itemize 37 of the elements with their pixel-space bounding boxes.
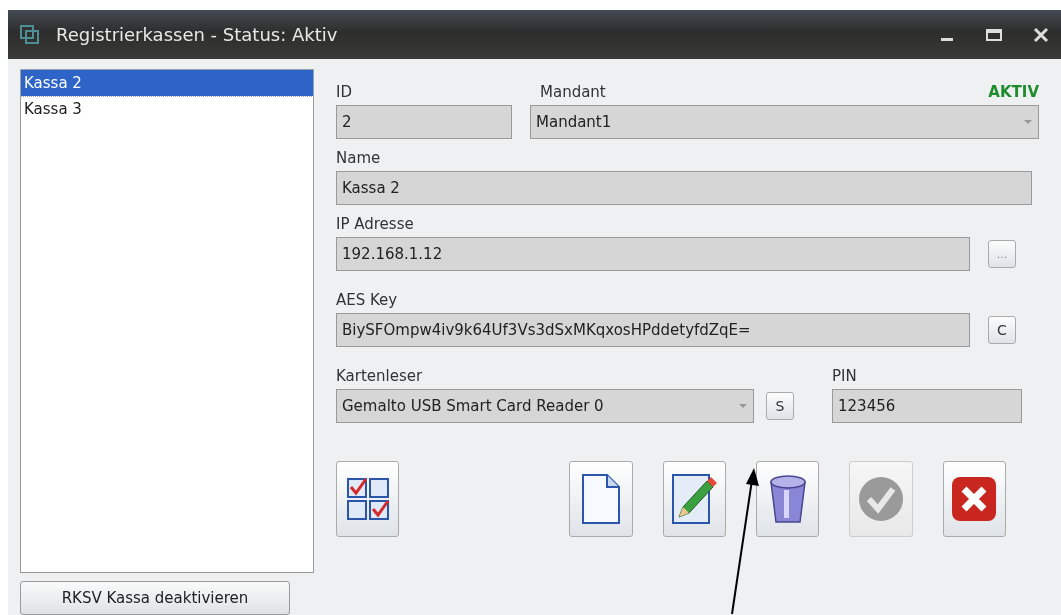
select-button[interactable]: S xyxy=(766,392,794,420)
checklist-icon xyxy=(345,477,390,521)
window-title: Registrierkassen - Status: Aktiv xyxy=(56,24,338,45)
caret-icon xyxy=(1023,119,1033,125)
pencil-icon xyxy=(671,473,718,525)
name-label: Name xyxy=(336,149,382,167)
maximize-icon[interactable] xyxy=(985,26,1003,43)
pin-label: PIN xyxy=(832,367,858,385)
document-icon xyxy=(581,473,621,525)
copy-button[interactable]: C xyxy=(988,316,1016,344)
pin-field[interactable]: 123456 xyxy=(832,389,1022,423)
ip-label: IP Adresse xyxy=(336,215,415,233)
trash-icon xyxy=(767,474,808,524)
deactivate-button[interactable]: RKSV Kassa deaktivieren xyxy=(20,581,290,615)
ip-field[interactable]: 192.168.1.12 xyxy=(336,237,970,271)
card-reader-label: Kartenleser xyxy=(336,367,424,385)
card-reader-dropdown[interactable]: Gemalto USB Smart Card Reader 0 xyxy=(336,389,754,423)
id-field[interactable]: 2 xyxy=(336,105,512,139)
list-item[interactable]: Kassa 3 xyxy=(21,96,313,122)
checkmark-icon xyxy=(856,475,905,523)
close-icon xyxy=(950,475,999,523)
new-button[interactable] xyxy=(569,461,633,537)
close-icon[interactable] xyxy=(1033,26,1049,43)
delete-button[interactable] xyxy=(756,461,820,537)
name-field[interactable]: Kassa 2 xyxy=(336,171,1032,205)
mandant-dropdown[interactable]: Mandant1 xyxy=(530,105,1039,139)
cancel-button[interactable] xyxy=(942,461,1006,537)
id-label: ID xyxy=(336,83,353,101)
status-text: AKTIV xyxy=(988,83,1039,101)
aes-key-label: AES Key xyxy=(336,291,399,309)
window-icon xyxy=(20,24,40,45)
list-item[interactable]: Kassa 2 xyxy=(21,70,313,96)
aes-key-field[interactable]: BiySFOmpw4iv9k64Uf3Vs3dSxMKqxosHPddetyfdZqE= xyxy=(336,313,970,347)
checklist-button[interactable] xyxy=(336,461,400,537)
mandant-label: Mandant xyxy=(540,83,606,101)
edit-button[interactable] xyxy=(662,461,726,537)
caret-icon xyxy=(738,403,748,409)
